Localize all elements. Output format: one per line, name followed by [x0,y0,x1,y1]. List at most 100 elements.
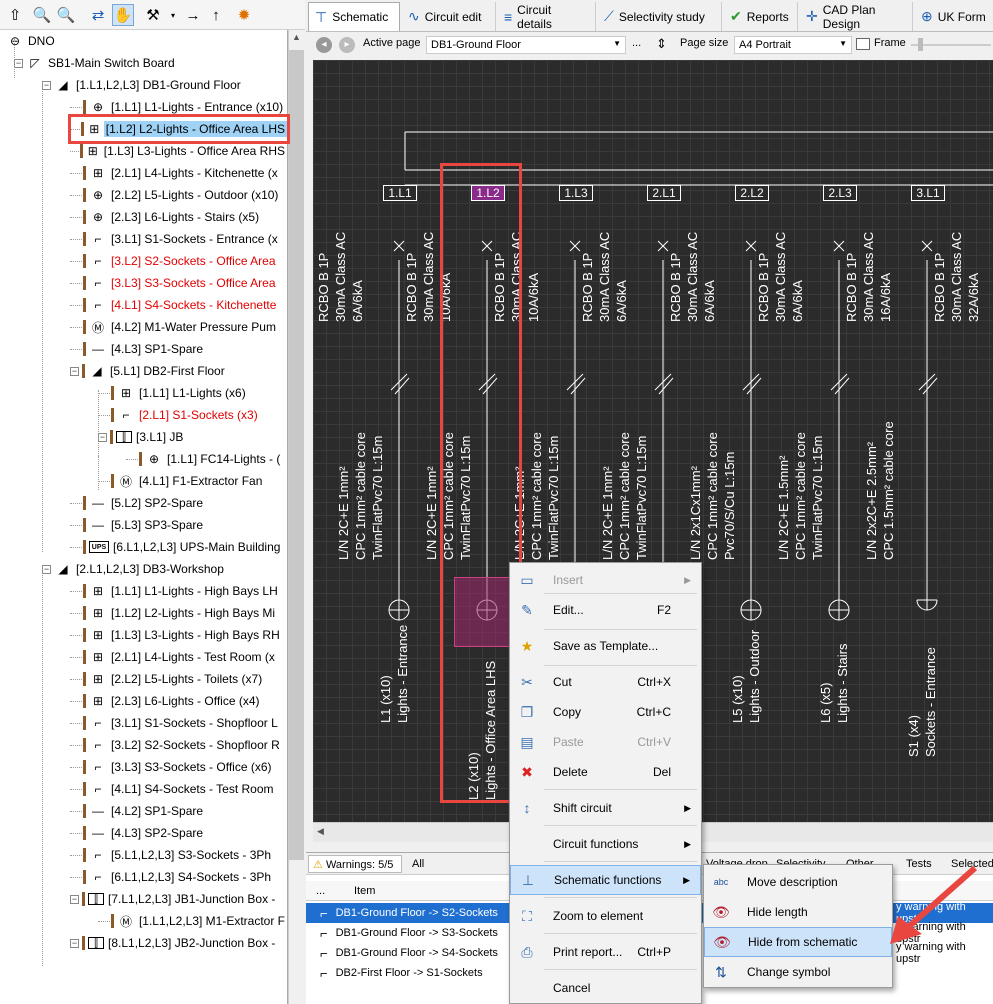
transfer-icon[interactable]: ⇄ [87,4,109,26]
tree-item[interactable]: ⊕ [2.L3] L6-Lights - Stairs (x5) [0,206,287,228]
tree-item[interactable]: ⊕ [2.L2] L5-Lights - Outdoor (x10) [0,184,287,206]
tree-item[interactable]: Ⓜ [4.L1] F1-Extractor Fan [0,470,287,492]
tree-item[interactable]: ⌐ [5.L1,L2,L3] S3-Sockets - 3Ph [0,844,287,866]
collapse-icon[interactable]: − [70,894,79,904]
tree-item[interactable]: UPS [6.L1,L2,L3] UPS-Main Building [0,536,287,558]
collapse-icon[interactable]: − [42,564,51,574]
circuit-id-label[interactable]: 2.L1 [647,185,681,201]
menu-item-print-report[interactable]: ⎙ Print report... Ctrl+P [510,937,701,967]
circuit-id-label[interactable]: 1.L1 [383,185,417,201]
tab-reports[interactable]: ✔ Reports [724,2,798,31]
tree-item[interactable]: ⊞ [1.L3] L3-Lights - High Bays RH [0,624,287,646]
tree-item[interactable]: ⌐ [3.L3] S3-Sockets - Office Area [0,272,287,294]
arrow-right-icon[interactable]: → [182,4,204,26]
tab-uk-form[interactable]: ⊕ UK Form [915,2,993,31]
tree-item[interactable]: ⌐ [4.L1] S4-Sockets - Test Room [0,778,287,800]
tools-icon[interactable]: ⚒ [142,4,164,26]
tab-circuit-details[interactable]: ≡ Circuit details [498,2,596,31]
menu-item-copy[interactable]: ❐ Copy Ctrl+C [510,697,701,727]
zoom-slider-thumb[interactable] [918,38,923,51]
tree-scrollbar-thumb[interactable] [289,50,304,860]
menu-item-save-as-template[interactable]: ★ Save as Template... [510,631,701,661]
tree-item[interactable]: ⌐ [3.L1] S1-Sockets - Entrance (x [0,228,287,250]
tree-item[interactable]: ⊞ [1.L2] L2-Lights - High Bays Mi [0,602,287,624]
menu-item-cut[interactable]: ✂ Cut Ctrl+X [510,667,701,697]
tree-item[interactable]: − ◸ SB1-Main Switch Board [0,52,287,74]
tree-item[interactable]: ⊞ [2.L1] L4-Lights - Kitchenette (x [0,162,287,184]
zoom-in-icon[interactable]: 🔍 [31,4,53,26]
tree-item[interactable]: ⌐ [4.L1] S4-Sockets - Kitchenette [0,294,287,316]
collapse-icon[interactable]: − [70,366,79,376]
tree-item[interactable]: Ⓜ [4.L2] M1-Water Pressure Pum [0,316,287,338]
menu-item-edit[interactable]: ✎ Edit... F2 [510,595,701,625]
tab-circuit-edit[interactable]: ∿ Circuit edit [402,2,496,31]
menu-item-paste[interactable]: ▤ Paste Ctrl+V [510,727,701,757]
collapse-icon[interactable]: − [98,432,107,442]
tree-item[interactable]: — [5.L2] SP2-Spare [0,492,287,514]
tab-selectivity-study[interactable]: ⟋ Selectivity study [598,2,722,31]
tree-item[interactable]: − ⫿ [3.L1] JB [0,426,287,448]
forward-icon[interactable]: ▸ [339,37,355,53]
tree-item[interactable]: − ◢ [1.L1,L2,L3] DB1-Ground Floor [0,74,287,96]
menu-item-zoom-to-element[interactable]: ⛶ Zoom to element [510,901,701,931]
tree-item[interactable]: ⌐ [6.L1,L2,L3] S4-Sockets - 3Ph [0,866,287,888]
submenu-item-hide-from-schematic[interactable]: 👁 Hide from schematic [704,927,892,957]
tree-item[interactable]: ⌐ [3.L2] S2-Sockets - Office Area [0,250,287,272]
tree-item[interactable]: ⊖ DNO [0,30,287,52]
tree-item[interactable]: ⊞ [2.L3] L6-Lights - Office (x4) [0,690,287,712]
submenu-item-move-description[interactable]: abc Move description [704,867,892,897]
menu-item-cancel[interactable]: Cancel [510,973,701,1003]
tree-item[interactable]: — [5.L3] SP3-Spare [0,514,287,536]
tree-item[interactable]: − ⫿ [7.L1,L2,L3] JB1-Junction Box - [0,888,287,910]
col-dots[interactable]: ... [316,885,325,897]
tree-item[interactable]: ⊞ [1.L1] L1-Lights - High Bays LH [0,580,287,602]
submenu-item-change-symbol[interactable]: ⇅ Change symbol [704,957,892,987]
tree-item[interactable]: Ⓜ [1.L1,L2,L3] M1-Extractor F [0,910,287,932]
submenu-item-hide-length[interactable]: 👁 Hide length [704,897,892,927]
menu-item-insert[interactable]: ▭ Insert ▶ [510,565,701,595]
tree-item[interactable]: — [4.L3] SP2-Spare [0,822,287,844]
menu-item-circuit-functions[interactable]: Circuit functions ▶ [510,829,701,859]
all-tab[interactable]: All [412,858,424,870]
tools-dropdown-icon[interactable]: ▾ [162,4,184,26]
warnings-tab[interactable]: ⚠ Warnings: 5/5 [308,855,402,873]
frame-icon[interactable] [856,38,870,50]
zoom-out-icon[interactable]: 🔍 [55,4,77,26]
scroll-left-icon[interactable]: ◀ [317,826,324,837]
tree-item[interactable]: — [4.L3] SP1-Spare [0,338,287,360]
circuit-id-label[interactable]: 3.L1 [911,185,945,201]
tree-item[interactable]: ⊕ [1.L1] FC14-Lights - ( [0,448,287,470]
tree-item[interactable]: − ⫿ [8.L1,L2,L3] JB2-Junction Box - [0,932,287,954]
menu-item-delete[interactable]: ✖ Delete Del [510,757,701,787]
menu-item-shift-circuit[interactable]: ↕ Shift circuit ▶ [510,793,701,823]
circuit-id-label[interactable]: 1.L3 [559,185,593,201]
collapse-icon[interactable]: − [70,938,79,948]
tree-item[interactable]: ⌐ [2.L1] S1-Sockets (x3) [0,404,287,426]
more-button[interactable]: ... [632,37,641,49]
tree-item[interactable]: ⌐ [3.L2] S2-Sockets - Shopfloor R [0,734,287,756]
tree-item[interactable]: ⊞ [2.L2] L5-Lights - Toilets (x7) [0,668,287,690]
col-item[interactable]: Item [354,885,375,897]
tree-item[interactable]: − ◢ [5.L1] DB2-First Floor [0,360,287,382]
settings-sun-icon[interactable]: ✹ [233,4,255,26]
tree-item[interactable]: ⊞ [2.L1] L4-Lights - Test Room (x [0,646,287,668]
circuit-id-label[interactable]: 2.L3 [823,185,857,201]
page-size-select[interactable]: A4 Portrait ▼ [734,36,852,54]
circuit-id-label[interactable]: 2.L2 [735,185,769,201]
move-up-icon[interactable]: ⇧ [4,4,26,26]
active-page-select[interactable]: DB1-Ground Floor ▼ [426,36,626,54]
collapse-icon[interactable]: − [14,58,23,68]
tab-schematic[interactable]: ⊤ Schematic [308,2,400,31]
arrow-up-icon[interactable]: ↑ [205,4,227,26]
tab-cad-plan-design[interactable]: ✛ CAD Plan Design [800,2,913,31]
tree-item[interactable]: ⌐ [3.L1] S1-Sockets - Shopfloor L [0,712,287,734]
collapse-icon[interactable]: − [42,80,51,90]
tree-item[interactable]: − ◢ [2.L1,L2,L3] DB3-Workshop [0,558,287,580]
scroll-up-icon[interactable]: ▲ [292,32,301,42]
tree-item[interactable]: ⌐ [3.L3] S3-Sockets - Office (x6) [0,756,287,778]
resize-vertical-icon[interactable]: ⇕ [656,36,667,52]
tree-item[interactable]: — [4.L2] SP1-Spare [0,800,287,822]
zoom-slider[interactable] [911,44,991,46]
menu-item-schematic-functions[interactable]: ⊥ Schematic functions ▶ [510,865,701,895]
tree-item[interactable]: ⊞ [1.L1] L1-Lights (x6) [0,382,287,404]
